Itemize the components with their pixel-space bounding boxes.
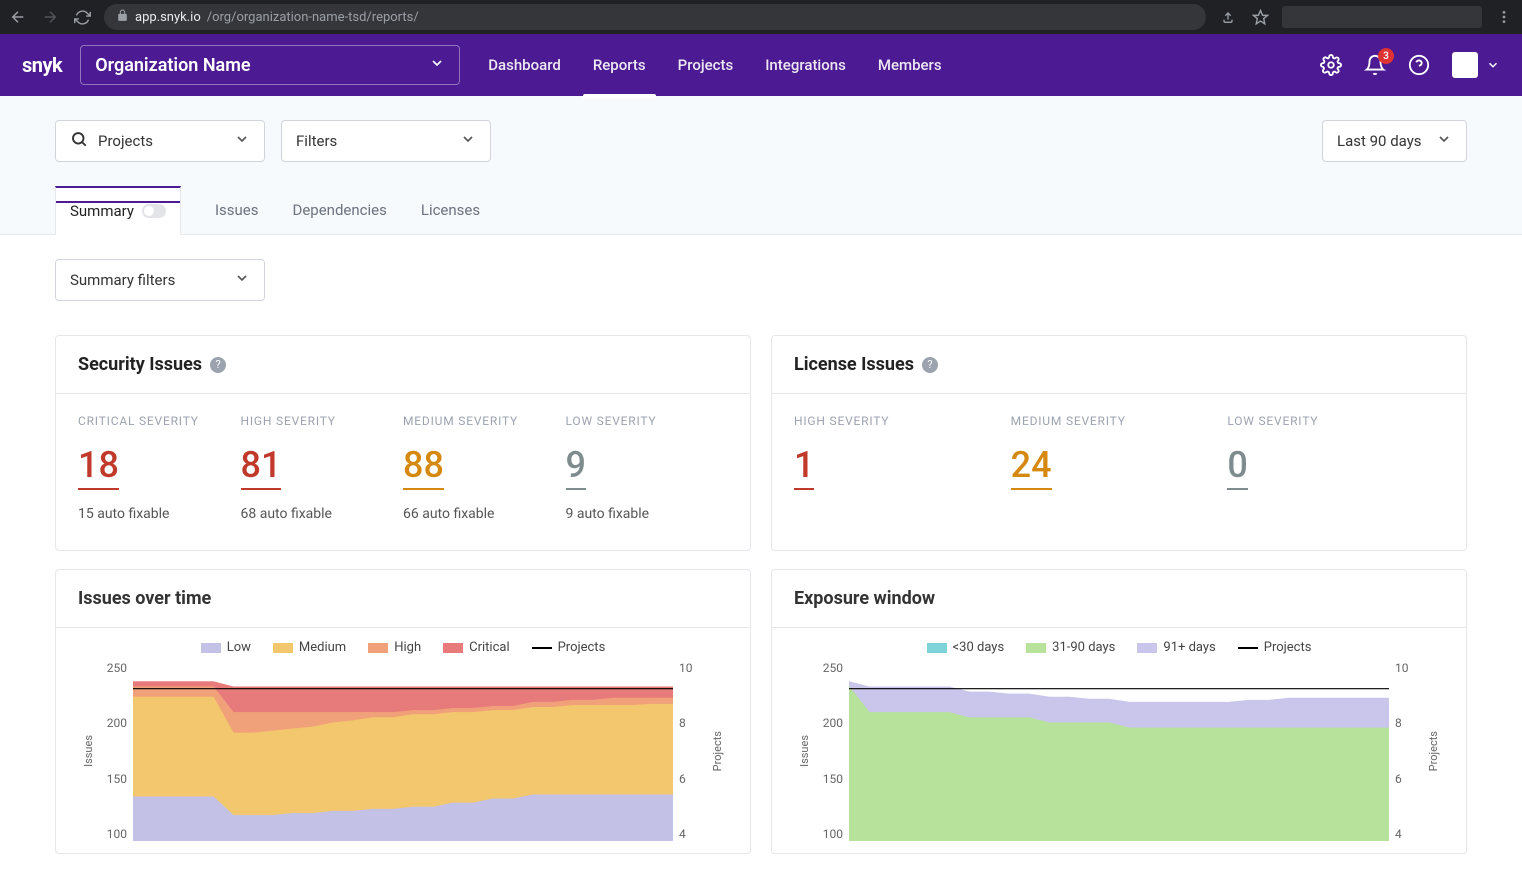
chevron-down-icon xyxy=(1436,131,1452,151)
report-tabs: Summary Issues Dependencies Licenses xyxy=(0,186,1522,235)
y-axis-left: 250 200 150 100 xyxy=(815,661,849,841)
summary-toggle[interactable] xyxy=(142,204,166,218)
url-path: /org/organization-name-tsd/reports/ xyxy=(207,10,419,25)
y2-axis-label: Projects xyxy=(1423,731,1444,771)
issues-over-time-card: Issues over time Low Medium High Critica… xyxy=(55,569,751,854)
help-icon[interactable]: ? xyxy=(210,357,226,373)
back-button[interactable] xyxy=(8,7,28,27)
filters-label: Filters xyxy=(296,132,337,150)
extension-slot xyxy=(1282,6,1482,28)
share-icon[interactable] xyxy=(1218,7,1238,27)
browser-chrome: app.snyk.io/org/organization-name-tsd/re… xyxy=(0,0,1522,34)
main-nav: Dashboard Reports Projects Integrations … xyxy=(488,34,941,96)
critical-severity[interactable]: CRITICAL SEVERITY 18 15 auto fixable xyxy=(78,414,241,522)
date-range-label: Last 90 days xyxy=(1337,132,1422,150)
medium-severity[interactable]: MEDIUM SEVERITY 88 66 auto fixable xyxy=(403,414,566,522)
url-host: app.snyk.io xyxy=(135,10,201,25)
nav-reports[interactable]: Reports xyxy=(593,34,646,96)
notif-badge: 3 xyxy=(1378,48,1394,64)
address-bar[interactable]: app.snyk.io/org/organization-name-tsd/re… xyxy=(104,4,1206,30)
low-severity[interactable]: LOW SEVERITY 9 9 auto fixable xyxy=(566,414,729,522)
tab-licenses[interactable]: Licenses xyxy=(421,186,480,234)
projects-dropdown[interactable]: Projects xyxy=(55,120,265,162)
chart-title: Exposure window xyxy=(772,570,1466,627)
nav-integrations[interactable]: Integrations xyxy=(765,34,846,96)
medium-severity[interactable]: MEDIUM SEVERITY 24 xyxy=(1011,414,1228,506)
y-axis-right: 10 8 6 4 xyxy=(1389,661,1423,841)
chevron-down-icon xyxy=(234,131,250,151)
nav-projects[interactable]: Projects xyxy=(678,34,734,96)
chart-legend: <30 days 31-90 days 91+ days Projects xyxy=(794,640,1444,655)
notifications-icon[interactable]: 3 xyxy=(1364,54,1386,76)
exposure-window-card: Exposure window <30 days 31-90 days 91+ … xyxy=(771,569,1467,854)
menu-icon[interactable] xyxy=(1494,7,1514,27)
star-icon[interactable] xyxy=(1250,7,1270,27)
avatar xyxy=(1452,52,1478,78)
card-title: Security Issues xyxy=(78,354,202,375)
y-axis-left: 250 200 150 100 xyxy=(99,661,133,841)
high-severity[interactable]: HIGH SEVERITY 1 xyxy=(794,414,1011,506)
security-issues-card: Security Issues ? CRITICAL SEVERITY 18 1… xyxy=(55,335,751,551)
brand-logo[interactable]: snyk xyxy=(22,53,62,77)
chart-legend: Low Medium High Critical Projects xyxy=(78,640,728,655)
nav-dashboard[interactable]: Dashboard xyxy=(488,34,561,96)
summary-filters-dropdown[interactable]: Summary filters xyxy=(55,259,265,301)
lock-icon xyxy=(116,9,129,26)
help-icon[interactable] xyxy=(1408,54,1430,76)
card-title: License Issues xyxy=(794,354,914,375)
y-axis-label: Issues xyxy=(78,735,99,767)
chevron-down-icon xyxy=(429,55,445,76)
user-menu[interactable] xyxy=(1452,52,1500,78)
reload-button[interactable] xyxy=(72,7,92,27)
low-severity[interactable]: LOW SEVERITY 0 xyxy=(1227,414,1444,506)
date-range-dropdown[interactable]: Last 90 days xyxy=(1322,120,1467,162)
chart-title: Issues over time xyxy=(56,570,750,627)
y2-axis-label: Projects xyxy=(707,731,728,771)
org-selector[interactable]: Organization Name xyxy=(80,45,460,85)
help-icon[interactable]: ? xyxy=(922,357,938,373)
license-issues-card: License Issues ? HIGH SEVERITY 1 MEDIUM … xyxy=(771,335,1467,551)
projects-label: Projects xyxy=(98,132,153,150)
y-axis-label: Issues xyxy=(794,735,815,767)
tab-summary[interactable]: Summary xyxy=(55,186,181,235)
chevron-down-icon xyxy=(234,270,250,290)
tab-issues[interactable]: Issues xyxy=(215,186,259,234)
filter-row: Projects Filters Last 90 days xyxy=(0,96,1522,186)
search-icon xyxy=(70,130,88,152)
app-header: snyk Organization Name Dashboard Reports… xyxy=(0,34,1522,96)
org-name: Organization Name xyxy=(95,55,250,76)
nav-members[interactable]: Members xyxy=(878,34,942,96)
high-severity[interactable]: HIGH SEVERITY 81 68 auto fixable xyxy=(241,414,404,522)
chevron-down-icon xyxy=(460,131,476,151)
filters-dropdown[interactable]: Filters xyxy=(281,120,491,162)
forward-button[interactable] xyxy=(40,7,60,27)
tab-dependencies[interactable]: Dependencies xyxy=(293,186,387,234)
chart-plot xyxy=(133,661,673,841)
settings-icon[interactable] xyxy=(1320,54,1342,76)
y-axis-right: 10 8 6 4 xyxy=(673,661,707,841)
chart-plot xyxy=(849,661,1389,841)
